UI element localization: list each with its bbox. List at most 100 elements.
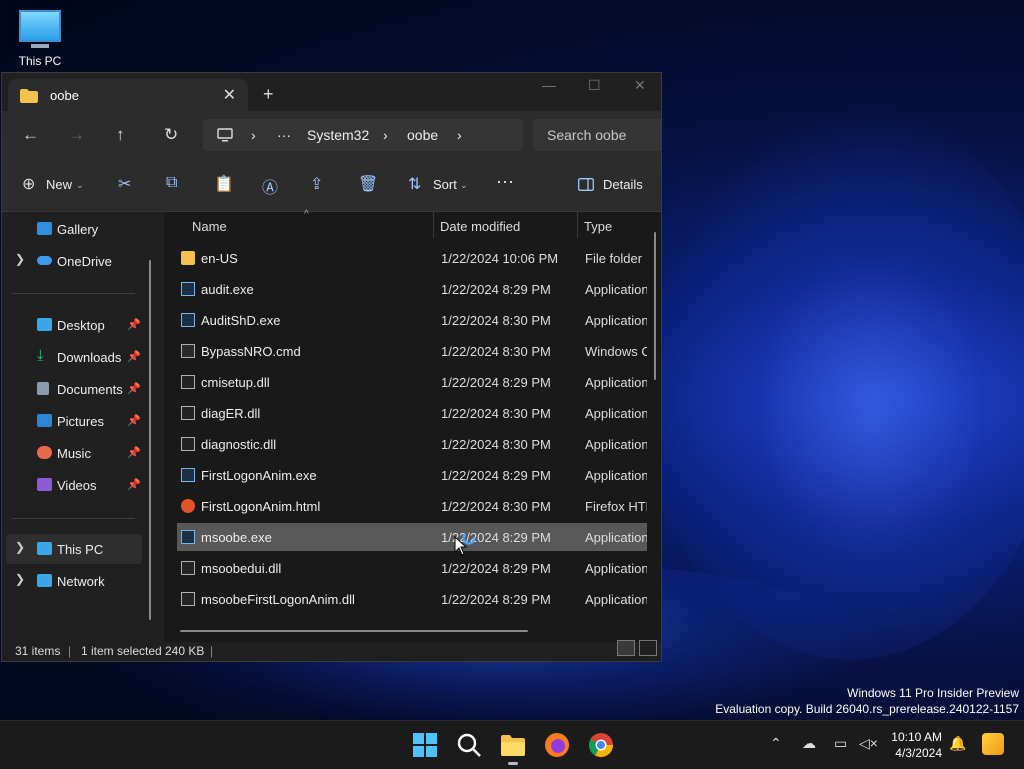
sort-icon[interactable]: ⇅ (408, 174, 421, 194)
file-date: 1/22/2024 8:29 PM (441, 282, 551, 297)
sidebar-item-gallery[interactable]: Gallery (2, 214, 150, 244)
vertical-scrollbar[interactable] (654, 232, 656, 380)
table-row[interactable]: en-US 1/22/2024 10:06 PM File folder (177, 244, 647, 272)
share-icon[interactable]: ⇪ (310, 174, 323, 194)
paste-icon[interactable]: 📋 (214, 174, 234, 194)
sidebar-item-this-pc[interactable]: ❯ This PC (6, 534, 142, 564)
delete-icon[interactable]: 🗑 (358, 174, 378, 194)
file-type: Application (585, 468, 647, 483)
tab-oobe[interactable]: oobe ✕ (8, 79, 248, 111)
sidebar-item-desktop[interactable]: Desktop 📌 (2, 310, 150, 340)
table-row[interactable]: FirstLogonAnim.exe 1/22/2024 8:29 PM Appli… (177, 461, 647, 489)
busy-spinner-icon (462, 531, 476, 545)
breadcrumb[interactable]: › ··· System32 › oobe › (203, 119, 523, 151)
pin-icon: 📌 (127, 479, 141, 491)
file-date: 1/22/2024 8:29 PM (441, 375, 551, 390)
table-row[interactable]: msoobe.exe 1/22/2024 8:29 PM Application (177, 523, 647, 551)
file-date: 1/22/2024 10:06 PM (441, 251, 559, 266)
details-view-button[interactable] (617, 640, 635, 656)
file-name: AuditShD.exe (201, 313, 281, 328)
up-arrow-icon[interactable]: ↑ (116, 125, 125, 145)
sidebar-item-documents[interactable]: Documents 📌 (2, 374, 150, 404)
chevron-right-icon: › (251, 127, 256, 143)
copilot-preview-icon[interactable] (982, 733, 1004, 755)
navigation-pane: Gallery ❯ OneDrive Desktop 📌 ⤓ Downloads… (2, 212, 162, 642)
details-button[interactable]: Details (603, 177, 643, 192)
forward-arrow-icon[interactable]: → (68, 125, 85, 145)
table-row[interactable]: audit.exe 1/22/2024 8:29 PM Application (177, 275, 647, 303)
new-button[interactable]: New (46, 177, 72, 192)
file-icon (181, 406, 195, 420)
table-row[interactable]: BypassNRO.cmd 1/22/2024 8:30 PM Windows Co (177, 337, 647, 365)
refresh-icon[interactable]: ↻ (164, 125, 178, 145)
active-app-indicator (508, 762, 518, 765)
file-explorer-window: oobe ✕ + — ☐ ✕ ← → ↑ ↻ › ··· System32 › … (1, 72, 662, 662)
table-row[interactable]: cmisetup.dll 1/22/2024 8:29 PM Application (177, 368, 647, 396)
start-icon[interactable] (411, 731, 439, 759)
notification-bell-icon[interactable]: 🔔 (949, 735, 966, 752)
desktop-icon-label: This PC (18, 54, 62, 68)
onedrive-offline-icon[interactable]: ☁ (802, 735, 816, 752)
new-tab-button[interactable]: + (263, 84, 274, 105)
file-name: audit.exe (201, 282, 254, 297)
firefox-icon[interactable] (543, 731, 571, 759)
table-row[interactable]: diagnostic.dll 1/22/2024 8:30 PM Applicati… (177, 430, 647, 458)
sidebar-item-network[interactable]: ❯ Network (2, 566, 150, 596)
file-date: 1/22/2024 8:30 PM (441, 406, 551, 421)
maximize-button[interactable]: ☐ (588, 77, 601, 94)
chrome-icon[interactable] (587, 731, 615, 759)
copy-icon[interactable]: ⧉ (166, 174, 177, 192)
table-row[interactable]: AuditShD.exe 1/22/2024 8:30 PM Application (177, 306, 647, 334)
sidebar-item-onedrive[interactable]: ❯ OneDrive (2, 246, 150, 276)
file-type: Application (585, 313, 647, 328)
file-icon (181, 561, 195, 575)
file-list: ^ Name Date modified Type en-US 1/22/2024… (164, 209, 661, 642)
tiles-view-button[interactable] (639, 640, 657, 656)
sidebar-item-pictures[interactable]: Pictures 📌 (2, 406, 150, 436)
breadcrumb-ellipsis[interactable]: ··· (277, 127, 291, 143)
desktop-icon (37, 318, 52, 331)
sidebar-item-videos[interactable]: Videos 📌 (2, 470, 150, 500)
breadcrumb-system32[interactable]: System32 (307, 127, 369, 143)
table-row[interactable]: diagER.dll 1/22/2024 8:30 PM Application (177, 399, 647, 427)
file-name: cmisetup.dll (201, 375, 270, 390)
table-row[interactable]: msoobedui.dll 1/22/2024 8:29 PM Applicatio… (177, 554, 647, 582)
rename-icon[interactable]: Ⓐ (262, 174, 278, 198)
pin-icon: 📌 (127, 415, 141, 427)
horizontal-scrollbar[interactable] (180, 630, 528, 632)
file-name: diagER.dll (201, 406, 261, 421)
search-icon[interactable] (455, 731, 483, 759)
details-pane-icon[interactable] (578, 178, 594, 191)
cut-icon[interactable]: ✂ (118, 174, 131, 194)
breadcrumb-oobe[interactable]: oobe (407, 127, 438, 143)
chevron-right-icon[interactable]: ❯ (15, 252, 25, 266)
sort-button[interactable]: Sort (433, 177, 457, 192)
minimize-button[interactable]: — (542, 77, 556, 93)
file-date: 1/22/2024 8:30 PM (441, 437, 551, 452)
file-explorer-icon[interactable] (499, 731, 527, 759)
sidebar-item-downloads[interactable]: ⤓ Downloads 📌 (2, 342, 150, 372)
folder-icon (20, 89, 38, 103)
sidebar-item-music[interactable]: Music 📌 (2, 438, 150, 468)
sidebar-scrollbar[interactable] (149, 260, 151, 620)
clock[interactable]: 10:10 AM 4/3/2024 (880, 729, 942, 761)
selection-count: 1 item selected (81, 644, 162, 658)
chevron-right-icon[interactable]: ❯ (15, 540, 25, 554)
network-status-icon[interactable]: ▭ (834, 735, 847, 752)
more-options-icon[interactable]: ··· (496, 171, 514, 192)
close-window-button[interactable]: ✕ (634, 77, 646, 94)
search-input[interactable]: Search oobe (533, 119, 661, 151)
tab-title: oobe (50, 88, 79, 103)
file-type: Application (585, 406, 647, 421)
desktop-icon-this-pc[interactable]: This PC (14, 10, 66, 68)
volume-muted-icon[interactable]: ◁× (859, 735, 878, 752)
back-arrow-icon[interactable]: ← (22, 125, 39, 145)
table-row[interactable]: FirstLogonAnim.html 1/22/2024 8:30 PM Fire… (177, 492, 647, 520)
file-name: FirstLogonAnim.html (201, 499, 321, 514)
close-tab-icon[interactable]: ✕ (223, 85, 236, 105)
file-icon (181, 437, 195, 451)
chevron-up-icon[interactable]: ⌃ (770, 735, 782, 752)
chevron-right-icon[interactable]: ❯ (15, 572, 25, 586)
plus-circle-icon[interactable]: ⊕ (22, 174, 35, 194)
table-row[interactable]: msoobeFirstLogonAnim.dll 1/22/2024 8:29 P… (177, 585, 647, 613)
